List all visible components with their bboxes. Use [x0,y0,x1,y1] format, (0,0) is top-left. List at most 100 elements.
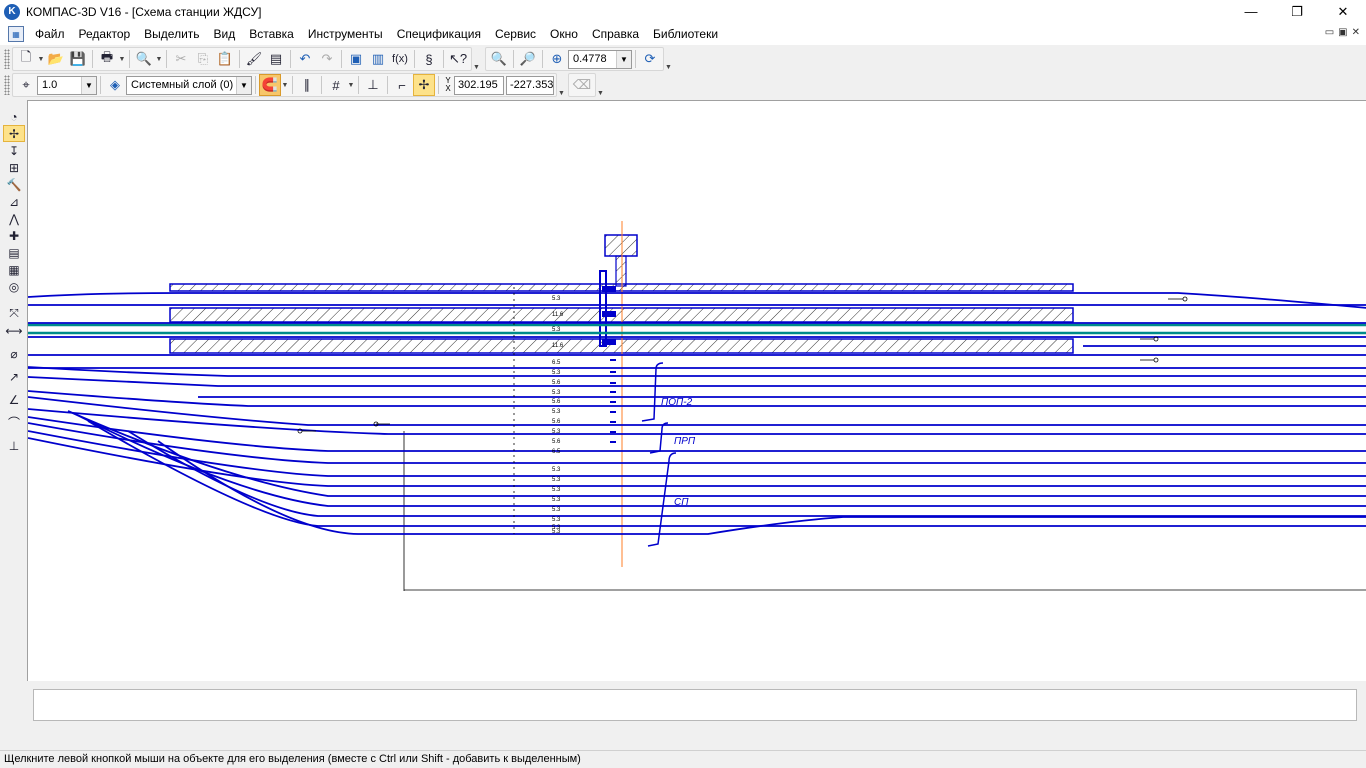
kompas-app-icon[interactable]: K [4,3,20,20]
local-cs-icon[interactable]: ⌖ [15,74,37,96]
menu-editor[interactable]: Редактор [72,23,138,45]
current-layer-combo[interactable]: Системный слой (0) ▼ [126,75,252,95]
chevron-down-icon[interactable]: ▼ [616,50,631,68]
new-document-icon[interactable]: 🗋 [15,48,37,70]
current-scale-combo[interactable]: 1.0 ▼ [37,75,97,95]
refresh-view-icon[interactable]: ⟳ [639,48,661,70]
mdi-minimize-button[interactable]: ▭ [1325,27,1334,38]
current-layer-value: Системный слой (0) [131,79,234,91]
window-title: КОМПАС-3D V16 - [Схема станции ЖДСУ] [26,4,262,19]
copy-icon[interactable]: ⎘ [192,48,214,70]
menu-select[interactable]: Выделить [137,23,206,45]
zoom-in-icon[interactable]: ⊕ [546,48,568,70]
tracks [28,292,1366,535]
svg-text:6.5: 6.5 [552,449,561,455]
zoom-window-icon[interactable]: 🔍 [488,48,510,70]
coord-y-field[interactable]: -227.353 [506,75,554,95]
measure-icon[interactable]: ⋀ [3,210,25,227]
cut-icon[interactable]: ✂ [170,48,192,70]
menu-service[interactable]: Сервис [488,23,543,45]
calculator-icon[interactable]: § [418,48,440,70]
grid-dropdown-icon[interactable]: ▼ [347,74,355,96]
select-icon[interactable]: ✚ [3,227,25,244]
chevron-down-icon[interactable]: ▼ [81,76,96,94]
minimize-button[interactable]: — [1228,0,1274,23]
zoom-scale-combo[interactable]: 0.4778 ▼ [568,49,632,69]
variables-icon[interactable]: f(x) [389,48,411,70]
print-preview-icon[interactable]: 🔍 [133,48,155,70]
radial-dim-icon[interactable]: ↗ [3,368,25,385]
toolbar-overflow-icon[interactable]: ▼ [557,73,566,97]
menu-window[interactable]: Окно [543,23,585,45]
menu-tools[interactable]: Инструменты [301,23,390,45]
toolbar-overflow-icon[interactable]: ▼ [664,47,673,71]
orthogonal-icon[interactable]: ⊥ [362,74,384,96]
preview-dropdown-icon[interactable]: ▼ [155,48,163,70]
document-icon[interactable]: ▦ [8,26,24,42]
menu-file[interactable]: Файл [28,23,72,45]
snap-point-icon[interactable]: ⤧ [3,305,25,322]
disabled-tool-icon[interactable]: ⌫ [571,74,593,96]
print-dropdown-icon[interactable]: ▼ [118,48,126,70]
snap-dropdown-icon[interactable]: ▼ [281,74,289,96]
help-pointer-icon[interactable]: ↖? [447,48,469,70]
copy-properties-icon[interactable]: 🖌 [243,48,265,70]
menu-insert[interactable]: Вставка [242,23,301,45]
dimensions-icon[interactable]: ↧ [3,142,25,159]
reports-icon[interactable]: ▦ [3,261,25,278]
diameter-dim-icon[interactable]: ⌀ [3,345,25,362]
parametric-mode-icon[interactable]: ✢ [413,74,435,96]
library-manager-icon[interactable]: ▥ [367,48,389,70]
coord-x-field[interactable]: 302.195 [454,75,504,95]
height-dim-icon[interactable]: ⊥ [3,437,25,454]
manager-document-icon[interactable]: ▣ [345,48,367,70]
close-button[interactable]: ✕ [1320,0,1366,23]
mdi-restore-button[interactable]: ▣ [1338,27,1347,38]
layers-icon[interactable]: ◈ [104,74,126,96]
angle-dim-icon[interactable]: ∠ [3,391,25,408]
chevron-down-icon[interactable]: ▼ [236,76,251,94]
mdi-close-button[interactable]: ✕ [1352,27,1360,38]
properties-icon[interactable]: ▤ [265,48,287,70]
new-dropdown-icon[interactable]: ▼ [37,48,45,70]
insert-icon[interactable]: ◎ [3,278,25,295]
grid-icon[interactable]: # [325,74,347,96]
parametrization-icon[interactable]: ✢ [3,125,25,142]
redo-icon[interactable]: ↷ [316,48,338,70]
separator [358,76,359,94]
toolbar-grip[interactable] [4,49,10,69]
arc-dim-icon[interactable]: ⌒ [3,414,25,431]
drawing-canvas[interactable]: ПОП-2 ПРП СП 5.3 11.6 5.3 11.6 6.5 5.3 5… [27,100,1366,681]
parametric-icon[interactable]: ⊿ [3,193,25,210]
svg-text:5.3: 5.3 [552,390,561,396]
menu-view[interactable]: Вид [207,23,243,45]
svg-text:5.3: 5.3 [552,429,561,435]
print-icon[interactable]: 🖶 [96,48,118,70]
menu-help[interactable]: Справка [585,23,646,45]
toolbar-grip[interactable] [4,75,10,95]
svg-text:6.5: 6.5 [552,360,561,366]
separator [387,76,388,94]
geometry-icon[interactable]: ◔ [3,108,25,125]
paste-icon[interactable]: 📋 [214,48,236,70]
designations-icon[interactable]: ⊞ [3,159,25,176]
menu-specification[interactable]: Спецификация [390,23,488,45]
zoom-all-icon[interactable]: 🔎 [517,48,539,70]
spec-icon[interactable]: ▤ [3,244,25,261]
menu-libraries[interactable]: Библиотеки [646,23,725,45]
toolbar-overflow-icon[interactable]: ▼ [596,73,605,97]
command-input-area[interactable] [33,689,1357,721]
linear-dim-icon[interactable]: ⟷ [3,322,25,339]
parallel-snap-icon[interactable]: ∥ [296,74,318,96]
toolbar-overflow-icon[interactable]: ▼ [472,47,481,71]
save-icon[interactable]: 💾 [67,48,89,70]
edit-icon[interactable]: 🔨 [3,176,25,193]
open-folder-icon[interactable]: 📂 [45,48,67,70]
status-bar: Щелкните левой кнопкой мыши на объекте д… [0,750,1366,768]
maximize-button[interactable]: ❐ [1274,0,1320,23]
snap-magnet-icon[interactable]: 🧲 [259,74,281,96]
separator [635,50,636,68]
label-pop2: ПОП-2 [661,397,693,408]
undo-icon[interactable]: ↶ [294,48,316,70]
round-icon[interactable]: ⌐ [391,74,413,96]
